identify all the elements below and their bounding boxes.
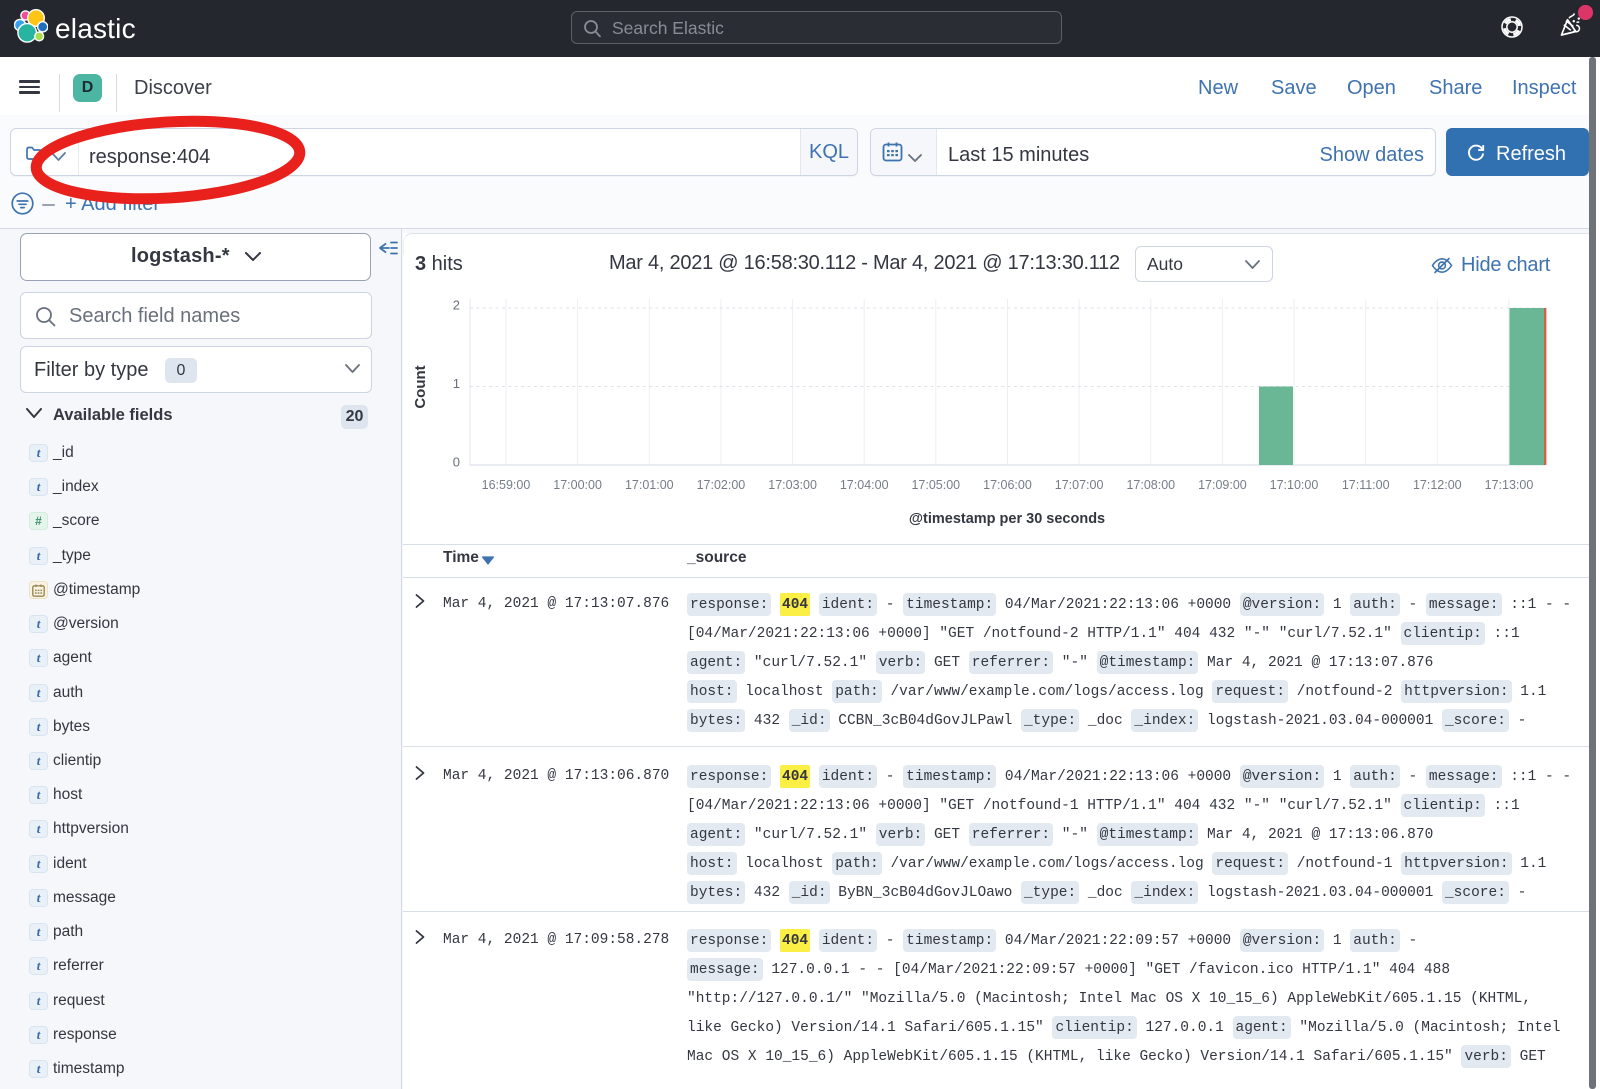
svg-text:17:02:00: 17:02:00 <box>697 478 746 492</box>
svg-text:17:04:00: 17:04:00 <box>840 478 889 492</box>
svg-text:17:13:00: 17:13:00 <box>1485 478 1534 492</box>
svg-text:17:06:00: 17:06:00 <box>983 478 1032 492</box>
svg-text:17:09:00: 17:09:00 <box>1198 478 1247 492</box>
svg-text:Count: Count <box>412 365 429 408</box>
svg-text:17:12:00: 17:12:00 <box>1413 478 1462 492</box>
svg-text:2: 2 <box>453 298 460 313</box>
svg-text:0: 0 <box>453 455 460 470</box>
svg-text:17:00:00: 17:00:00 <box>553 478 602 492</box>
svg-text:17:03:00: 17:03:00 <box>768 478 817 492</box>
svg-text:17:05:00: 17:05:00 <box>911 478 960 492</box>
svg-text:16:59:00: 16:59:00 <box>482 478 531 492</box>
svg-text:17:07:00: 17:07:00 <box>1055 478 1104 492</box>
svg-text:17:10:00: 17:10:00 <box>1270 478 1319 492</box>
svg-text:17:08:00: 17:08:00 <box>1126 478 1175 492</box>
svg-text:17:11:00: 17:11:00 <box>1342 478 1390 492</box>
svg-text:17:01:00: 17:01:00 <box>625 478 674 492</box>
svg-text:1: 1 <box>453 376 460 391</box>
